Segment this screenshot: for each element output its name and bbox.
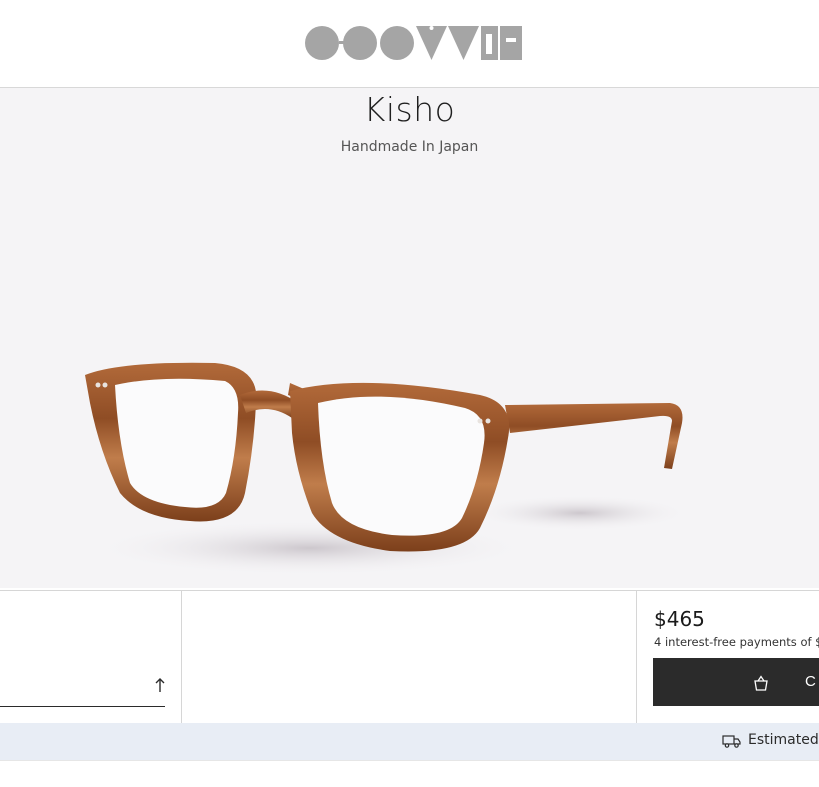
- eyeglasses-product-image[interactable]: [60, 343, 700, 588]
- truck-icon: [722, 735, 741, 748]
- product-price: $465: [654, 607, 705, 631]
- size-select-underline[interactable]: [0, 706, 165, 707]
- add-to-cart-label: C: [805, 673, 816, 690]
- site-header: [0, 0, 819, 88]
- oliver-peoples-logo-icon[interactable]: [303, 24, 523, 62]
- size-select-panel: [0, 590, 182, 723]
- purchase-panel: $465 4 interest-free payments of $116 C: [637, 590, 819, 723]
- product-tagline: Handmade In Japan: [340, 139, 479, 155]
- add-to-cart-button[interactable]: C: [653, 658, 819, 706]
- delivery-banner: Estimated d: [0, 723, 819, 760]
- delivery-estimate-text: Estimated d: [748, 732, 819, 748]
- arrow-up-icon[interactable]: [153, 677, 167, 693]
- installments-text[interactable]: 4 interest-free payments of $116: [654, 635, 819, 649]
- product-hero: [0, 88, 819, 588]
- product-title: Kisho: [363, 90, 456, 129]
- page-bottom: [0, 760, 819, 787]
- options-panel: [182, 590, 637, 723]
- shopping-bag-icon: [754, 675, 768, 691]
